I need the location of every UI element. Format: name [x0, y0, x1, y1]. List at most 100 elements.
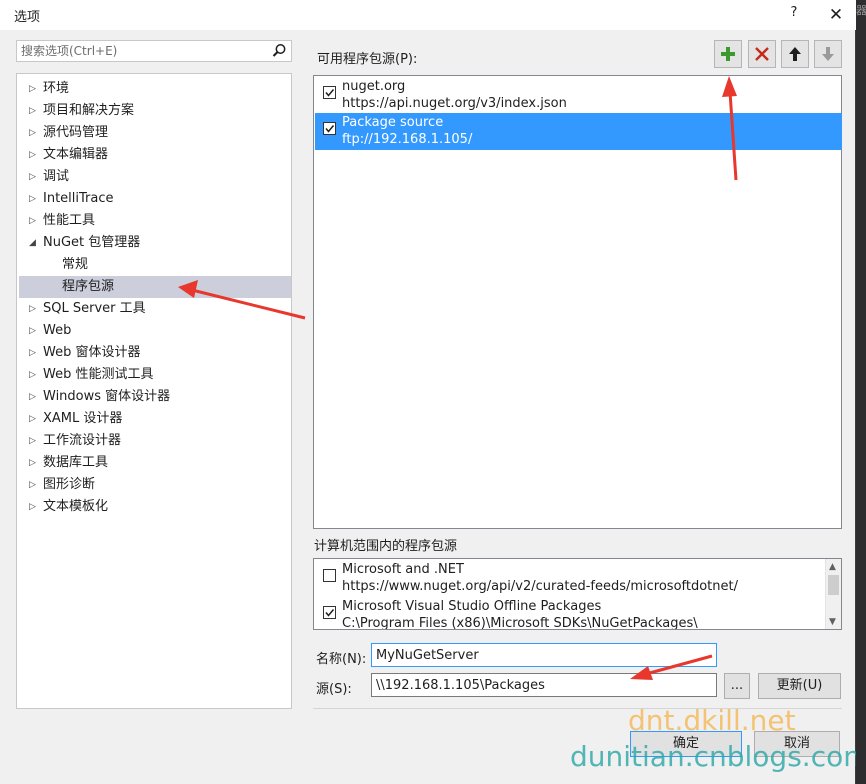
- expand-arrow-icon[interactable]: ▷: [29, 188, 39, 210]
- search-input[interactable]: [21, 43, 271, 59]
- tree-item-text-editor[interactable]: ▷ 文本编辑器: [19, 144, 291, 166]
- tree-item-label: Web 窗体设计器: [43, 345, 141, 360]
- tree-item-windows-forms-designer[interactable]: ▷ Windows 窗体设计器: [19, 386, 291, 408]
- scroll-down-icon[interactable]: ▼: [829, 617, 836, 627]
- expand-arrow-icon[interactable]: ▷: [29, 320, 39, 342]
- name-field[interactable]: [371, 643, 717, 667]
- tree-item-label: Windows 窗体设计器: [43, 389, 171, 404]
- source-url: C:\Program Files (x86)\Microsoft SDKs\Nu…: [342, 616, 698, 630]
- options-tree[interactable]: ▷ 环境 ▷ 项目和解决方案 ▷ 源代码管理 ▷ 文本编辑器 ▷ 调试 ▷ IntelliT…: [16, 73, 292, 709]
- expand-arrow-icon[interactable]: ▷: [29, 100, 39, 122]
- tree-item-debugging[interactable]: ▷ 调试: [19, 166, 291, 188]
- tree-item-database-tools[interactable]: ▷ 数据库工具: [19, 452, 291, 474]
- available-sources-list[interactable]: nuget.org https://api.nuget.org/v3/index…: [313, 75, 842, 529]
- collapse-arrow-icon[interactable]: ◢: [29, 232, 39, 254]
- checkmark-icon: [325, 125, 335, 133]
- tree-item-nuget-general[interactable]: 常规: [19, 254, 291, 276]
- tree-item-label: IntelliTrace: [43, 191, 114, 206]
- tree-item-label: Web 性能测试工具: [43, 367, 154, 382]
- source-field[interactable]: [371, 673, 717, 697]
- tree-item-text-templating[interactable]: ▷ 文本模板化: [19, 496, 291, 518]
- expand-arrow-icon[interactable]: ▷: [29, 210, 39, 232]
- source-label: 源(S):: [316, 682, 352, 697]
- close-button[interactable]: ✕: [822, 2, 850, 28]
- machine-source-item[interactable]: Microsoft Visual Studio Offline Packages…: [315, 596, 825, 630]
- source-item-nuget-org[interactable]: nuget.org https://api.nuget.org/v3/index…: [315, 77, 842, 114]
- tree-item-projects-solutions[interactable]: ▷ 项目和解决方案: [19, 100, 291, 122]
- expand-arrow-icon[interactable]: ▷: [29, 166, 39, 188]
- name-input[interactable]: [376, 647, 706, 663]
- expand-arrow-icon[interactable]: ▷: [29, 122, 39, 144]
- watermark-bottom: dunitian.cnblogs.com: [570, 740, 866, 773]
- arrow-down-icon: [822, 47, 834, 61]
- add-source-button[interactable]: [714, 40, 742, 68]
- machine-wide-sources-label: 计算机范围内的程序包源: [314, 539, 458, 554]
- watermark-top: dnt.dkill.net: [628, 704, 796, 737]
- source-input[interactable]: [376, 677, 706, 693]
- tree-item-label: Web: [43, 323, 72, 338]
- move-down-button[interactable]: [814, 40, 842, 68]
- search-icon[interactable]: [270, 42, 288, 60]
- tree-item-performance-tools[interactable]: ▷ 性能工具: [19, 210, 291, 232]
- tree-item-label: 性能工具: [43, 213, 96, 228]
- title-bar: 选项 ? ✕: [0, 0, 856, 30]
- tree-item-workflow-designer[interactable]: ▷ 工作流设计器: [19, 430, 291, 452]
- tree-item-package-sources[interactable]: 程序包源: [19, 276, 291, 298]
- search-box[interactable]: [16, 40, 292, 62]
- checkmark-icon: [325, 89, 335, 97]
- move-up-button[interactable]: [781, 40, 809, 68]
- expand-arrow-icon[interactable]: ▷: [29, 78, 39, 100]
- name-label: 名称(N):: [316, 652, 367, 667]
- tree-item-label: XAML 设计器: [43, 411, 123, 426]
- tree-item-label: 图形诊断: [43, 477, 96, 492]
- machine-wide-sources-list[interactable]: Microsoft and .NET https://www.nuget.org…: [313, 558, 842, 630]
- tree-item-label: 工作流设计器: [43, 433, 122, 448]
- tree-item-label: 源代码管理: [43, 125, 109, 140]
- source-checkbox[interactable]: [323, 122, 336, 135]
- available-sources-label: 可用程序包源(P):: [317, 52, 418, 67]
- source-url: https://www.nuget.org/api/v2/curated-fee…: [342, 579, 738, 594]
- tree-item-label: 文本编辑器: [43, 147, 109, 162]
- tree-item-web[interactable]: ▷ Web: [19, 320, 291, 342]
- expand-arrow-icon[interactable]: ▷: [29, 342, 39, 364]
- expand-arrow-icon[interactable]: ▷: [29, 430, 39, 452]
- source-name: Microsoft and .NET: [342, 562, 464, 577]
- expand-arrow-icon[interactable]: ▷: [29, 298, 39, 320]
- expand-arrow-icon[interactable]: ▷: [29, 386, 39, 408]
- expand-arrow-icon[interactable]: ▷: [29, 144, 39, 166]
- plus-icon: [721, 47, 735, 61]
- source-checkbox[interactable]: [323, 86, 336, 99]
- tree-item-label: 常规: [62, 257, 89, 272]
- tree-item-label: SQL Server 工具: [43, 301, 146, 316]
- tree-item-web-forms-designer[interactable]: ▷ Web 窗体设计器: [19, 342, 291, 364]
- tree-item-graphics-diagnostics[interactable]: ▷ 图形诊断: [19, 474, 291, 496]
- source-name: nuget.org: [342, 79, 406, 94]
- tree-item-source-control[interactable]: ▷ 源代码管理: [19, 122, 291, 144]
- scroll-up-icon[interactable]: ▲: [829, 562, 836, 572]
- machine-source-item[interactable]: Microsoft and .NET https://www.nuget.org…: [315, 559, 825, 596]
- scrollbar-thumb[interactable]: [828, 575, 839, 595]
- expand-arrow-icon[interactable]: ▷: [29, 364, 39, 386]
- source-checkbox[interactable]: [323, 606, 336, 619]
- help-button[interactable]: ?: [784, 5, 804, 20]
- expand-arrow-icon[interactable]: ▷: [29, 408, 39, 430]
- expand-arrow-icon[interactable]: ▷: [29, 452, 39, 474]
- tree-item-xaml-designer[interactable]: ▷ XAML 设计器: [19, 408, 291, 430]
- tree-item-label: 环境: [43, 81, 70, 96]
- remove-source-button[interactable]: [748, 40, 776, 68]
- tree-item-intellitrace[interactable]: ▷ IntelliTrace: [19, 188, 291, 210]
- tree-item-web-performance-test-tools[interactable]: ▷ Web 性能测试工具: [19, 364, 291, 386]
- tree-item-environment[interactable]: ▷ 环境: [19, 78, 291, 100]
- tree-item-nuget-package-manager[interactable]: ◢ NuGet 包管理器: [19, 232, 291, 254]
- source-item-package-source[interactable]: Package source ftp://192.168.1.105/: [315, 113, 842, 150]
- expand-arrow-icon[interactable]: ▷: [29, 474, 39, 496]
- tree-item-sql-server-tools[interactable]: ▷ SQL Server 工具: [19, 298, 291, 320]
- browse-button[interactable]: ...: [724, 673, 750, 699]
- expand-arrow-icon[interactable]: ▷: [29, 496, 39, 518]
- tree-item-label: 程序包源: [62, 279, 115, 294]
- source-checkbox[interactable]: [323, 569, 336, 582]
- update-button[interactable]: 更新(U): [758, 673, 841, 699]
- source-name: Package source: [342, 115, 444, 130]
- vertical-scrollbar[interactable]: ▲ ▼: [825, 559, 841, 629]
- edge-glyph: 器: [856, 4, 866, 17]
